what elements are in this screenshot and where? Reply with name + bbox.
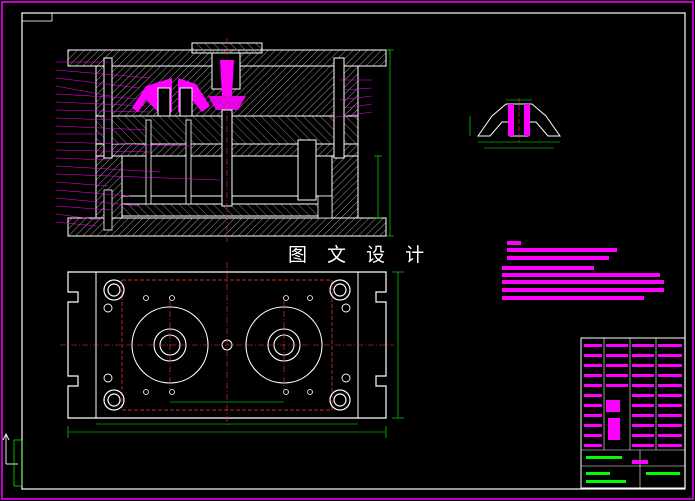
title-block-name [632, 460, 648, 464]
plan-centerlines [60, 262, 394, 426]
part-detail-view [469, 98, 561, 149]
core-right [179, 87, 193, 117]
stop-pin [317, 195, 333, 219]
guide-pillar-right [333, 57, 345, 159]
title-block [580, 337, 686, 489]
section-dimensions [374, 49, 394, 237]
ejector-pin-2 [185, 119, 192, 205]
plan-dimensions [67, 271, 404, 438]
guide-pillar-left [103, 57, 113, 159]
part-detail-boss-left [508, 104, 514, 136]
top-left-tag [21, 12, 53, 22]
spacer-block-right [331, 155, 359, 219]
watermark: 图 文 设 计 [288, 244, 432, 266]
mold-section-view [55, 38, 394, 242]
ejector-pin-1 [145, 119, 152, 205]
mold-plan-view [60, 262, 404, 438]
layer-strip [13, 439, 23, 487]
part-detail-dimensions [469, 99, 560, 149]
ucs-axis-icon [2, 432, 18, 465]
core-left [157, 87, 171, 117]
sprue-puller [221, 109, 233, 207]
parts-list-rows [584, 344, 682, 447]
part-detail-boss-right [524, 104, 530, 136]
return-pin [297, 139, 317, 201]
technical-notes [502, 241, 664, 300]
